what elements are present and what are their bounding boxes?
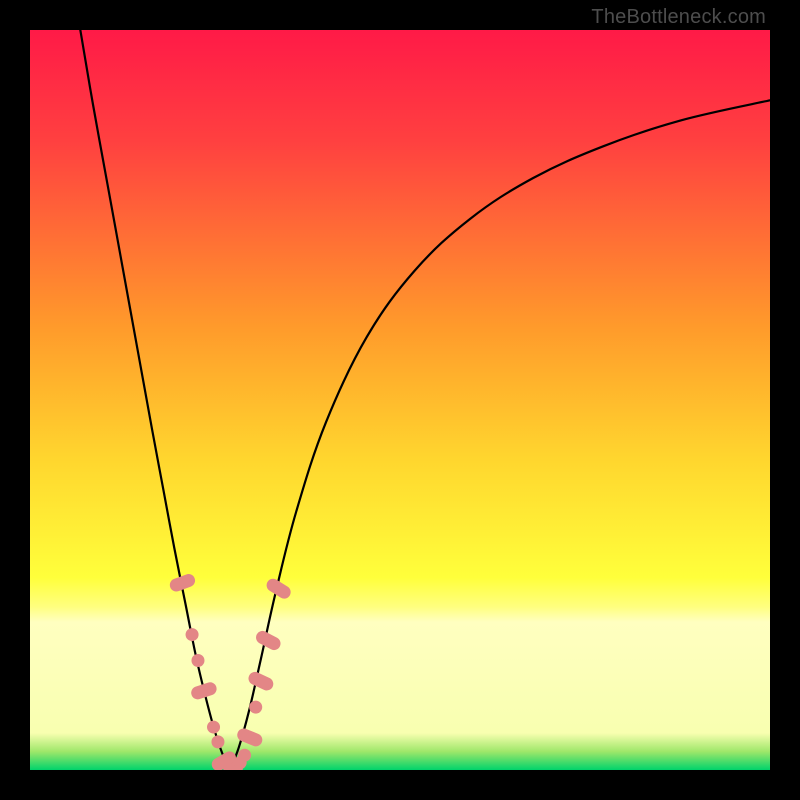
plot-area <box>30 30 770 770</box>
gradient-background <box>30 30 770 770</box>
data-marker <box>238 749 251 762</box>
chart-svg <box>30 30 770 770</box>
data-marker <box>207 721 220 734</box>
chart-frame: TheBottleneck.com <box>0 0 800 800</box>
data-marker <box>249 701 262 714</box>
data-marker <box>186 628 199 641</box>
watermark-text: TheBottleneck.com <box>591 6 766 29</box>
data-marker <box>191 654 204 667</box>
data-marker <box>211 735 224 748</box>
